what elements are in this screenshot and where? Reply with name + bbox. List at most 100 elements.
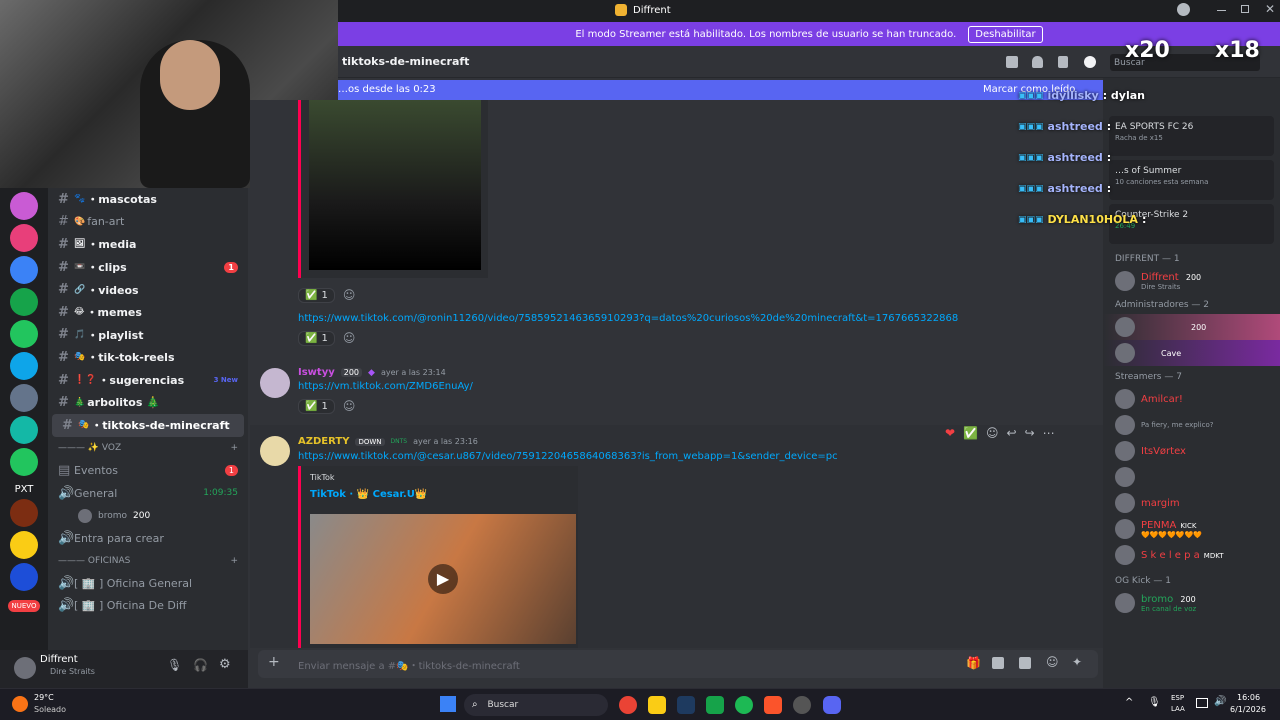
folder-icon[interactable] xyxy=(648,696,666,714)
channel-item[interactable]: # 🔗 ・videos xyxy=(48,278,248,301)
message-link[interactable]: https://www.tiktok.com/@ronin11260/video… xyxy=(298,313,958,324)
server-icon[interactable] xyxy=(10,352,38,380)
threads-icon[interactable] xyxy=(1006,56,1018,68)
obs-icon[interactable] xyxy=(793,696,811,714)
close-button[interactable]: ✕ xyxy=(1265,2,1275,16)
member-row[interactable]: margim xyxy=(1103,490,1280,516)
message-link[interactable]: https://www.tiktok.com/@cesar.u867/video… xyxy=(298,451,838,462)
xbox-icon[interactable] xyxy=(706,696,724,714)
server-icon[interactable] xyxy=(10,192,38,220)
voice-channel-create[interactable]: 🔊 Entra para crear xyxy=(48,527,248,550)
discord-icon[interactable] xyxy=(823,696,841,714)
avatar[interactable] xyxy=(260,436,290,466)
server-icon[interactable] xyxy=(10,416,38,444)
settings-gear-icon[interactable]: ⚙ xyxy=(219,657,231,672)
weather-icon[interactable] xyxy=(12,696,28,712)
member-row[interactable]: bromo 200 En canal de voz xyxy=(1103,590,1280,616)
voice-member[interactable]: bromo 200 xyxy=(48,504,248,527)
checkmark-reaction[interactable]: ✅ 1 xyxy=(298,399,335,414)
offices-category[interactable]: ——— OFICINAS + xyxy=(48,550,248,573)
channel-item[interactable]: # ❗❓ ・sugerencias 3 New xyxy=(48,369,248,392)
sticker-icon[interactable] xyxy=(1019,657,1031,669)
taskbar-search[interactable]: ⌕ Buscar xyxy=(464,694,608,716)
heart-icon[interactable]: ❤ xyxy=(945,426,955,440)
microphone-icon[interactable]: 🎙 xyxy=(167,658,182,672)
voice-channel-office-general[interactable]: 🔊 [ 🏢 ] Oficina General xyxy=(48,572,248,595)
server-icon[interactable] xyxy=(10,256,38,284)
emoji-icon[interactable]: ☺ xyxy=(1046,655,1059,669)
member-row[interactable]: 200 xyxy=(1103,314,1280,340)
lang-1[interactable]: ESP xyxy=(1171,694,1184,702)
chrome-icon[interactable] xyxy=(619,696,637,714)
checkmark-reaction[interactable]: ✅ 1 xyxy=(298,331,335,346)
add-channel-icon[interactable]: + xyxy=(230,556,238,566)
emoji-icon[interactable]: ☺ xyxy=(986,426,999,440)
message-author[interactable]: Iswtyy xyxy=(298,367,335,378)
member-row[interactable]: Diffrent 200 Dire Straits xyxy=(1103,268,1280,294)
bell-icon[interactable] xyxy=(1032,56,1043,68)
voice-category[interactable]: ——— ✨ VOZ + xyxy=(48,437,248,460)
video-thumbnail[interactable]: ▶ xyxy=(310,514,576,644)
gif-icon[interactable] xyxy=(992,657,1004,669)
start-icon[interactable] xyxy=(440,696,456,712)
checkmark-reaction[interactable]: ✅ 1 xyxy=(298,288,335,303)
member-row[interactable] xyxy=(1103,464,1280,490)
member-row[interactable]: S k e l e p a MDKT xyxy=(1103,542,1280,568)
video-thumbnail[interactable] xyxy=(309,100,481,270)
lang-2[interactable]: LAA xyxy=(1171,705,1185,713)
play-icon[interactable]: ▶ xyxy=(428,564,458,594)
server-icon[interactable] xyxy=(10,448,38,476)
server-icon[interactable] xyxy=(10,288,38,316)
forward-icon[interactable]: ↪ xyxy=(1025,426,1035,440)
tray-mic-icon[interactable]: 🎙 xyxy=(1148,697,1161,708)
add-reaction-icon[interactable]: ☺ xyxy=(343,288,356,303)
gift-icon[interactable]: 🎁 xyxy=(966,656,981,670)
voice-channel-office-diff[interactable]: 🔊 [ 🏢 ] Oficina De Diff xyxy=(48,595,248,618)
clock-date[interactable]: 6/1/2026 xyxy=(1230,705,1266,714)
channel-item[interactable]: # 😂 ・memes xyxy=(48,301,248,324)
message-author[interactable]: AZDERTY xyxy=(298,436,349,447)
channel-item[interactable]: # 🎨 fan-art xyxy=(48,211,248,234)
server-icon[interactable] xyxy=(10,563,38,591)
server-icon[interactable] xyxy=(10,384,38,412)
channel-item[interactable]: # 🖼 ・media xyxy=(48,233,248,256)
new-messages-bar[interactable]: …os desde las 0:23 Marcar como leído xyxy=(338,80,1103,100)
reply-icon[interactable]: ↩ xyxy=(1007,426,1017,440)
embed-title[interactable]: TikTok · 👑 Cesar.U👑 xyxy=(310,489,427,500)
brave-icon[interactable] xyxy=(764,696,782,714)
tray-chevron-icon[interactable]: ^ xyxy=(1125,697,1133,708)
channel-item[interactable]: # 🎭 ・tiktoks-de-minecraft xyxy=(52,413,244,437)
member-row[interactable]: Pa fiery, me explico? xyxy=(1103,412,1280,438)
pin-icon[interactable] xyxy=(1058,56,1068,68)
user-name[interactable]: Diffrent xyxy=(40,654,78,665)
add-attachment-icon[interactable]: + xyxy=(268,654,280,670)
spotify-icon[interactable] xyxy=(735,696,753,714)
minimize-button[interactable] xyxy=(1217,10,1226,11)
nuevo-badge[interactable]: NUEVO xyxy=(7,600,41,612)
add-channel-icon[interactable]: + xyxy=(230,443,238,453)
channel-item[interactable]: # 🐾 ・mascotas xyxy=(48,188,248,211)
server-icon[interactable] xyxy=(10,499,38,527)
server-pxt[interactable]: PXT xyxy=(0,484,48,495)
message-composer[interactable]: + Enviar mensaje a #🎭・tiktoks-de-minecra… xyxy=(258,650,1098,678)
check-icon[interactable]: ✅ xyxy=(963,426,978,440)
server-icon[interactable] xyxy=(10,531,38,559)
volume-icon[interactable]: 🔊 xyxy=(1214,696,1226,707)
user-avatar[interactable] xyxy=(14,657,36,679)
channel-eventos[interactable]: ▤ Eventos 1 xyxy=(48,459,248,482)
more-icon[interactable]: ⋯ xyxy=(1043,426,1055,440)
channel-item[interactable]: # 🎄 arbolitos 🎄 xyxy=(48,391,248,414)
channel-item[interactable]: # 🎵 ・playlist xyxy=(48,324,248,347)
voice-channel-general[interactable]: 🔊 General 1:09:35 xyxy=(48,482,248,505)
add-reaction-icon[interactable]: ☺ xyxy=(343,399,356,414)
embed-video-1[interactable] xyxy=(298,100,488,278)
headphones-icon[interactable]: 🎧 xyxy=(193,658,208,672)
member-row[interactable]: Cave xyxy=(1103,340,1280,366)
member-row[interactable]: Amilcar! xyxy=(1103,386,1280,412)
avatar[interactable] xyxy=(260,368,290,398)
member-row[interactable]: ItsVørtex xyxy=(1103,438,1280,464)
apps-icon[interactable]: ✦ xyxy=(1072,655,1082,669)
server-icon[interactable] xyxy=(10,320,38,348)
channel-item[interactable]: # 🎭 ・tik-tok-reels xyxy=(48,346,248,369)
disable-streamer-button[interactable]: Deshabilitar xyxy=(968,25,1043,43)
